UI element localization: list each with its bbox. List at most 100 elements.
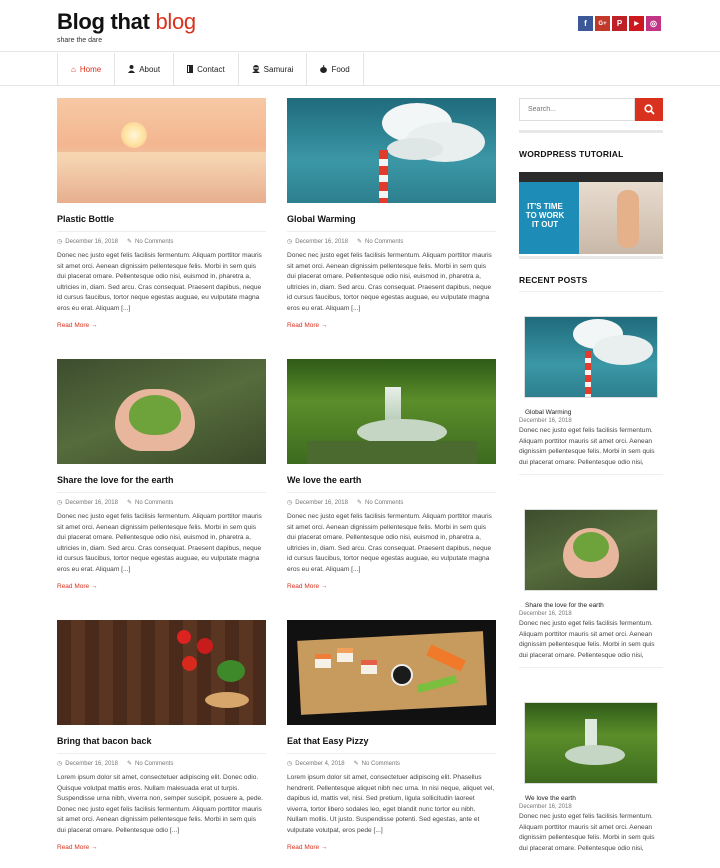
clock-icon: ◷ [57, 500, 63, 506]
post-image[interactable] [57, 620, 266, 725]
post-comments[interactable]: No Comments [365, 239, 403, 245]
post-title[interactable]: Bring that bacon back [57, 736, 266, 754]
post-date[interactable]: December 16, 2018 [295, 239, 348, 245]
post-date[interactable]: December 16, 2018 [295, 500, 348, 506]
post-date[interactable]: December 16, 2018 [65, 761, 118, 767]
comment-icon: ✎ [126, 500, 132, 506]
site-title[interactable]: Blog that blog [57, 9, 196, 35]
post-meta: ◷ December 16, 2018 ✎ No Comments [287, 238, 496, 246]
book-icon [187, 64, 194, 75]
comment-icon: ✎ [126, 761, 132, 767]
post-meta: ◷ December 4, 2018 ✎ No Comments [287, 760, 496, 768]
recent-post-excerpt: Donec nec justo eget felis facilisis fer… [519, 813, 655, 852]
post-date[interactable]: December 16, 2018 [65, 500, 118, 506]
post-card: Global Warming ◷ December 16, 2018 ✎ No Co… [287, 98, 496, 329]
youtube-icon[interactable]: ▶ [629, 16, 644, 31]
post-excerpt: Donec nec justo eget felis facilisis fer… [287, 252, 492, 312]
post-comments[interactable]: No Comments [135, 239, 173, 245]
widget-title: WORDPRESS TUTORIAL [519, 149, 624, 159]
sidebar-divider [519, 256, 663, 259]
post-image[interactable] [57, 359, 266, 464]
pinterest-icon[interactable]: P [612, 16, 627, 31]
widget-title: RECENT POSTS [519, 275, 588, 285]
nav-item-label: Contact [197, 65, 225, 74]
nav-item-label: Samurai [263, 65, 294, 74]
search-form [519, 98, 663, 121]
search-icon [643, 104, 655, 115]
sidebar-divider [519, 130, 663, 133]
post-comments[interactable]: No Comments [362, 761, 400, 767]
post-comments[interactable]: No Comments [135, 761, 173, 767]
google-plus-icon[interactable]: G+ [595, 16, 610, 31]
nav-item-samurai[interactable]: Samurai [239, 53, 308, 86]
read-more-link[interactable]: Read More → [57, 322, 266, 329]
user-icon [128, 64, 136, 75]
search-button[interactable] [635, 98, 663, 121]
post-image[interactable] [287, 359, 496, 464]
post-image[interactable] [287, 98, 496, 203]
recent-post-title[interactable]: Global Warming [525, 409, 663, 416]
ninja-icon [251, 64, 260, 75]
main-navigation: ⌂ Home About Contact Samurai Food [0, 53, 720, 86]
post-comments[interactable]: No Comments [365, 500, 403, 506]
recent-post-date: December 16, 2018 [519, 804, 572, 810]
post-title[interactable]: We love the earth [287, 475, 496, 493]
read-more-link[interactable]: Read More → [287, 583, 496, 590]
post-card: Bring that bacon back ◷ December 16, 2018… [57, 620, 266, 851]
nav-item-home[interactable]: ⌂ Home [58, 53, 116, 86]
recent-post-image[interactable] [524, 316, 658, 398]
site-branding: Blog that blog share the dare [57, 9, 196, 44]
search-input[interactable] [519, 98, 635, 121]
recent-post-divider [519, 474, 663, 475]
post-date[interactable]: December 16, 2018 [65, 239, 118, 245]
apple-icon [320, 64, 328, 75]
read-more-link[interactable]: Read More → [57, 583, 266, 590]
site-title-accent[interactable]: blog [155, 9, 196, 34]
post-title[interactable]: Share the love for the earth [57, 475, 266, 493]
recent-post-image[interactable] [524, 509, 658, 591]
recent-post-excerpt: Donec nec justo eget felis facilisis fer… [519, 620, 655, 659]
site-title-main[interactable]: Blog that [57, 9, 150, 34]
clock-icon: ◷ [57, 761, 63, 767]
post-excerpt: Donec nec justo eget felis facilisis fer… [287, 513, 492, 573]
recent-post-title[interactable]: Share the love for the earth [525, 602, 663, 609]
comment-icon: ✎ [353, 761, 359, 767]
clock-icon: ◷ [57, 239, 63, 245]
nav-item-label: Food [331, 65, 350, 74]
post-image[interactable] [57, 98, 266, 203]
recent-post-date: December 16, 2018 [519, 611, 572, 617]
instagram-icon[interactable]: ◎ [646, 16, 661, 31]
comment-icon: ✎ [126, 239, 132, 245]
facebook-icon[interactable]: f [578, 16, 593, 31]
clock-icon: ◷ [287, 239, 293, 245]
post-meta: ◷ December 16, 2018 ✎ No Comments [57, 238, 266, 246]
post-title[interactable]: Plastic Bottle [57, 214, 266, 232]
read-more-link[interactable]: Read More → [287, 322, 496, 329]
nav-item-about[interactable]: About [115, 53, 175, 86]
video-thumbnail-text: IT'S TIME TO WORK IT OUT [525, 202, 565, 229]
post-title[interactable]: Global Warming [287, 214, 496, 232]
post-meta: ◷ December 16, 2018 ✎ No Comments [287, 499, 496, 507]
post-image[interactable] [287, 620, 496, 725]
recent-post-image[interactable] [524, 702, 658, 784]
clock-icon: ◷ [287, 500, 293, 506]
comment-icon: ✎ [356, 239, 362, 245]
nav-item-food[interactable]: Food [307, 53, 364, 86]
read-more-link[interactable]: Read More → [57, 844, 266, 851]
recent-post-excerpt: Donec nec justo eget felis facilisis fer… [519, 427, 655, 466]
nav-item-contact[interactable]: Contact [174, 53, 239, 86]
nav-item-label: About [139, 65, 161, 74]
comment-icon: ✎ [356, 500, 362, 506]
post-excerpt: Lorem ipsum dolor sit amet, consectetuer… [57, 774, 263, 834]
post-comments[interactable]: No Comments [135, 500, 173, 506]
site-tagline: share the dare [57, 37, 103, 44]
site-header: Blog that blog share the dare f G+ P ▶ ◎ [0, 0, 720, 52]
video-thumbnail[interactable]: IT'S TIME TO WORK IT OUT [519, 172, 663, 254]
post-date[interactable]: December 4, 2018 [295, 761, 344, 767]
social-links: f G+ P ▶ ◎ [578, 16, 661, 31]
post-title[interactable]: Eat that Easy Pizzy [287, 736, 496, 754]
recent-post-title[interactable]: We love the earth [525, 795, 663, 802]
read-more-link[interactable]: Read More → [287, 844, 496, 851]
recent-post: Global Warming December 16, 2018 Donec n… [519, 316, 663, 475]
sidebar-divider [519, 291, 663, 292]
